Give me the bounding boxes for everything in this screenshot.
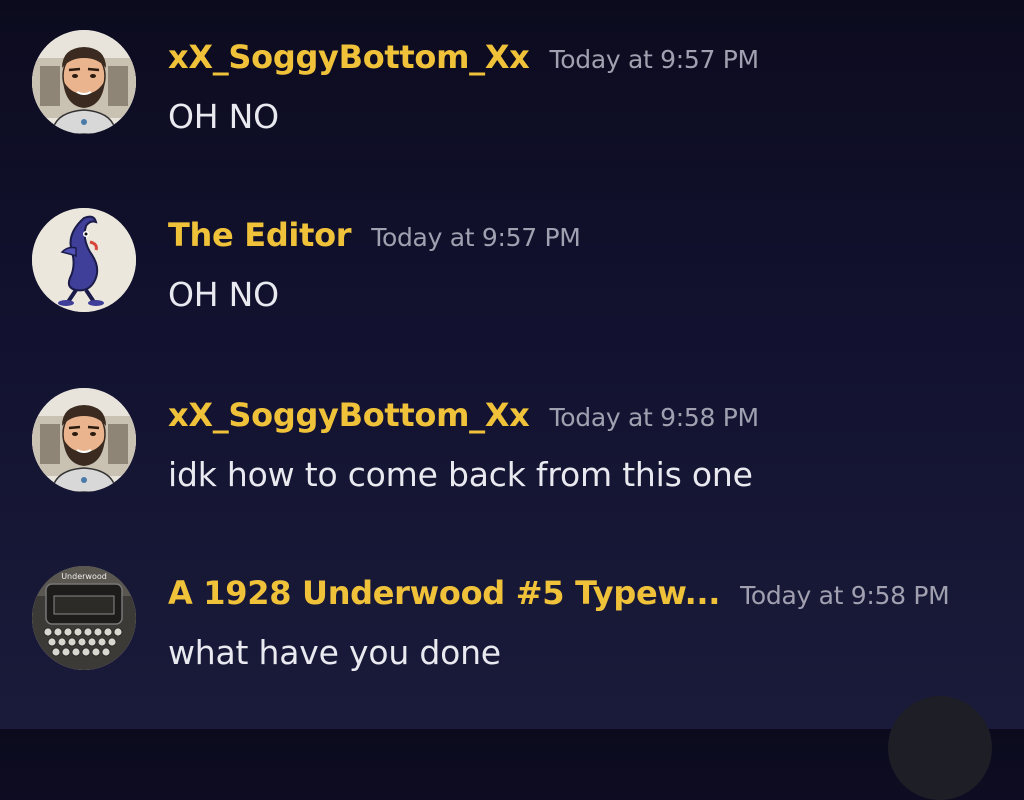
timestamp: Today at 9:57 PM <box>549 45 760 74</box>
message-content: OH NO <box>168 97 279 136</box>
message-header: The Editor Today at 9:57 PM <box>168 216 581 254</box>
username[interactable]: xX_SoggyBottom_Xx <box>168 396 530 434</box>
message-header: xX_SoggyBottom_Xx Today at 9:57 PM <box>168 38 759 76</box>
message-item[interactable]: xX_SoggyBottom_Xx Today at 9:58 PM idk ho… <box>0 388 1024 538</box>
typewriter-avatar[interactable]: Underwood <box>32 566 136 670</box>
blue-creature-avatar[interactable] <box>32 208 136 312</box>
bearded-man-avatar[interactable] <box>32 30 136 134</box>
message-header: A 1928 Underwood #5 Typew... Today at 9:5… <box>168 574 950 612</box>
username[interactable]: xX_SoggyBottom_Xx <box>168 38 530 76</box>
message-item[interactable]: xX_SoggyBottom_Xx Today at 9:57 PM OH NO <box>0 30 1024 180</box>
message-item[interactable]: The Editor Today at 9:57 PM OH NO <box>0 208 1024 358</box>
timestamp: Today at 9:58 PM <box>740 581 950 610</box>
message-content: OH NO <box>168 275 279 314</box>
jump-to-present-button[interactable] <box>888 696 992 800</box>
username[interactable]: A 1928 Underwood #5 Typew... <box>168 574 720 612</box>
typewriter-brand-label: Underwood <box>61 572 107 581</box>
timestamp: Today at 9:57 PM <box>371 223 581 252</box>
message-header: xX_SoggyBottom_Xx Today at 9:58 PM <box>168 396 759 434</box>
username[interactable]: The Editor <box>168 216 352 254</box>
message-content: idk how to come back from this one <box>168 455 753 494</box>
message-content: what have you done <box>168 633 501 672</box>
message-item[interactable]: Underwood A 1928 Underwood #5 Typew... To… <box>0 566 1024 716</box>
timestamp: Today at 9:58 PM <box>549 403 760 432</box>
bearded-man-avatar[interactable] <box>32 388 136 492</box>
